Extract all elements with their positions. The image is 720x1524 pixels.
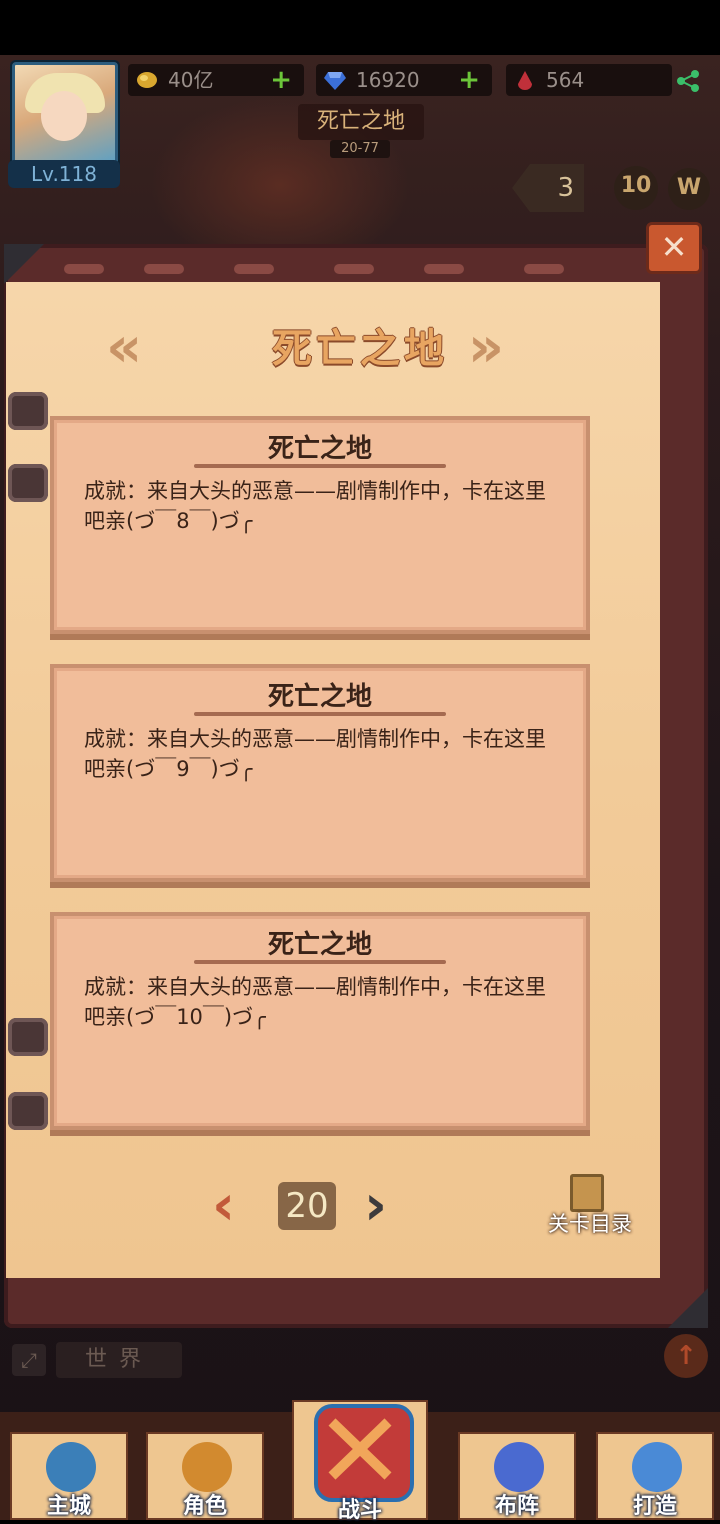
- stage-title: 死亡之地: [298, 104, 424, 140]
- exp-multiplier-badge[interactable]: 10: [614, 166, 658, 210]
- chat-expand-icon[interactable]: ⤢: [12, 1344, 46, 1376]
- gold-resource: 40亿 +: [128, 64, 304, 96]
- next-chapter-arrow[interactable]: »: [414, 320, 504, 376]
- nav-forge[interactable]: 打造: [596, 1432, 714, 1520]
- frame-stud: [144, 264, 184, 274]
- dragon-icon: [494, 1442, 544, 1492]
- share-icon[interactable]: [676, 70, 702, 92]
- top-black-bar: [0, 0, 720, 55]
- title-divider: [194, 464, 446, 468]
- avatar-face: [41, 91, 87, 141]
- stage-card-description: 成就：来自大头的恶意——剧情制作中，卡在这里吧亲(づ￣9￣)づ╭: [84, 727, 546, 781]
- stage-card-description: 成就：来自大头的恶意——剧情制作中，卡在这里吧亲(づ￣10￣)づ╭: [84, 975, 546, 1029]
- stage-card-description: 成就：来自大头的恶意——剧情制作中，卡在这里吧亲(づ￣8￣)づ╭: [84, 479, 546, 533]
- gold-value: 40亿: [168, 68, 214, 92]
- frame-stud: [424, 264, 464, 274]
- stage-card[interactable]: 死亡之地 成就：来自大头的恶意——剧情制作中，卡在这里吧亲(づ￣9￣)づ╭: [50, 664, 590, 882]
- binder-ring: [8, 1018, 48, 1056]
- add-gem-button[interactable]: +: [458, 64, 480, 96]
- gold-icon: [137, 72, 157, 88]
- scroll-up-icon[interactable]: ↑: [664, 1334, 708, 1378]
- frame-corner: [4, 244, 44, 284]
- blood-value: 564: [546, 68, 585, 92]
- blood-drop-icon: [518, 71, 532, 90]
- prev-chapter-arrow[interactable]: «: [106, 320, 196, 376]
- player-avatar[interactable]: [12, 62, 118, 168]
- add-gold-button[interactable]: +: [270, 64, 292, 96]
- close-button[interactable]: ✕: [646, 222, 702, 274]
- frame-stud: [234, 264, 274, 274]
- stage-card[interactable]: 死亡之地 成就：来自大头的恶意——剧情制作中，卡在这里吧亲(づ￣10￣)づ╭: [50, 912, 590, 1130]
- nav-battle[interactable]: 战斗: [292, 1400, 428, 1523]
- hammer-icon: [632, 1442, 682, 1492]
- frame-stud: [334, 264, 374, 274]
- blood-resource: 564: [506, 64, 672, 96]
- title-divider: [194, 712, 446, 716]
- binder-ring: [8, 464, 48, 502]
- nav-label: 打造: [632, 1494, 677, 1519]
- nav-main-city[interactable]: 主城: [10, 1432, 128, 1520]
- stage-catalog-label[interactable]: 关卡目录: [540, 1208, 640, 1238]
- chat-tab-world[interactable]: 世界: [56, 1342, 182, 1378]
- player-level-badge: Lv.118: [8, 160, 120, 188]
- nav-label: 布阵: [494, 1494, 539, 1519]
- title-divider: [194, 960, 446, 964]
- stage-catalog-icon[interactable]: [570, 1174, 604, 1212]
- frame-stud: [64, 264, 104, 274]
- stage-card-title: 死亡之地: [267, 682, 372, 712]
- castle-icon: [46, 1442, 96, 1492]
- nav-label: 战斗: [337, 1498, 382, 1523]
- frame-stud: [524, 264, 564, 274]
- stage-card-title: 死亡之地: [267, 930, 372, 960]
- helmet-icon: [182, 1442, 232, 1492]
- w-badge[interactable]: W: [668, 168, 710, 210]
- crossed-swords-icon: [314, 1404, 414, 1502]
- page-number: 20: [278, 1182, 336, 1230]
- gem-resource: 16920 +: [316, 64, 492, 96]
- page-prev-arrow[interactable]: ‹: [212, 1178, 252, 1234]
- binder-ring: [8, 1092, 48, 1130]
- page-next-arrow[interactable]: ›: [364, 1178, 404, 1234]
- binder-ring: [8, 392, 48, 430]
- stage-card-title: 死亡之地: [267, 434, 372, 464]
- nav-formation[interactable]: 布阵: [458, 1432, 576, 1520]
- diamond-icon: [324, 72, 346, 90]
- nav-role[interactable]: 角色: [146, 1432, 264, 1520]
- stage-range: 20-77: [330, 140, 390, 158]
- nav-label: 主城: [46, 1494, 91, 1519]
- nav-label: 角色: [182, 1494, 227, 1519]
- stage-card[interactable]: 死亡之地 成就：来自大头的恶意——剧情制作中，卡在这里吧亲(づ￣8￣)づ╭: [50, 416, 590, 634]
- frame-corner: [668, 1288, 708, 1328]
- gem-value: 16920: [356, 68, 420, 92]
